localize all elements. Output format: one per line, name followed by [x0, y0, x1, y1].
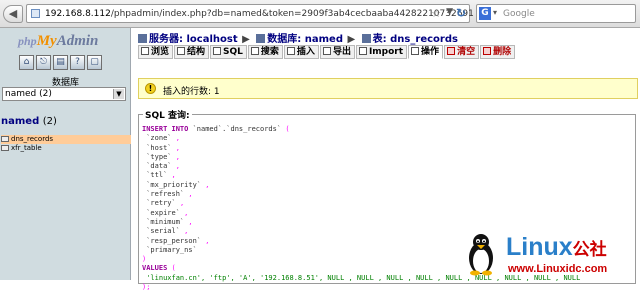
tab-import[interactable]: Import	[355, 45, 408, 59]
history-dropdown-icon[interactable]: ▼	[446, 7, 453, 17]
operations-icon	[411, 47, 420, 55]
tab-insert[interactable]: 插入	[283, 45, 319, 59]
watermark-brand: Linux公社	[506, 233, 607, 261]
database-icon	[256, 34, 266, 43]
breadcrumb-separator: ▶	[347, 34, 356, 45]
search-icon	[250, 47, 259, 55]
notice-text: 插入的行数: 1	[163, 87, 220, 97]
table-item-xfr-table[interactable]: xfr_table	[1, 144, 131, 153]
penguin-icon	[469, 234, 493, 276]
export-icon	[322, 47, 331, 55]
server-icon	[138, 34, 147, 43]
home-icon[interactable]: ⌂	[19, 55, 34, 70]
import-icon	[358, 47, 367, 55]
engine-dropdown-icon[interactable]: ▾	[493, 8, 497, 17]
address-bar[interactable]: 192.168.8.112/phpadmin/index.php?db=name…	[26, 4, 474, 23]
structure-icon	[177, 47, 186, 55]
url-text: 192.168.8.112/phpadmin/index.php?db=name…	[45, 9, 474, 19]
chevron-down-icon[interactable]: ▼	[113, 89, 124, 99]
tab-browse[interactable]: 浏览	[138, 45, 174, 59]
table-list: dns_records xfr_table	[1, 135, 131, 153]
tab-search[interactable]: 搜索	[247, 45, 283, 59]
empty-icon	[447, 47, 456, 55]
tab-empty[interactable]: 清空	[444, 45, 480, 59]
reload-icon[interactable]: ↻	[456, 6, 466, 20]
breadcrumb-database[interactable]: 数据库: named	[267, 34, 343, 45]
current-database[interactable]: named (2)	[1, 116, 57, 127]
insert-icon	[286, 47, 295, 55]
tab-structure[interactable]: 结构	[174, 45, 210, 59]
linux-watermark: Linux公社 www.Linuxidc.com	[458, 228, 640, 280]
breadcrumb: 服务器: localhost ▶ 数据库: named ▶ 表: dns_rec…	[136, 30, 458, 45]
search-placeholder: Google	[503, 9, 535, 19]
watermark-site: www.Linuxidc.com	[508, 263, 608, 275]
table-item-dns-records[interactable]: dns_records	[1, 135, 131, 144]
success-notice: ! 插入的行数: 1	[138, 78, 638, 99]
table-icon[interactable]	[1, 145, 9, 151]
breadcrumb-separator: ▶	[242, 34, 250, 45]
notice-icon: !	[145, 83, 156, 94]
search-box[interactable]: G ▾ Google	[476, 4, 636, 23]
exit-icon[interactable]: ⎋	[36, 55, 51, 70]
breadcrumb-table[interactable]: 表: dns_records	[373, 34, 458, 45]
browse-icon	[141, 47, 149, 55]
drop-icon	[483, 47, 492, 55]
google-icon[interactable]: G	[479, 7, 491, 20]
nav-icon-row: ⌂ ⎋ ▤? ▢	[19, 55, 104, 70]
tab-drop[interactable]: 删除	[480, 45, 516, 59]
tab-sql[interactable]: SQL	[210, 45, 247, 59]
favicon-icon	[31, 9, 40, 18]
sql-icon	[213, 47, 222, 55]
query-window-icon[interactable]: ▢	[87, 55, 102, 70]
back-button[interactable]: ◀	[3, 5, 23, 23]
breadcrumb-server[interactable]: 服务器: localhost	[149, 34, 238, 45]
phpmyadmin-logo[interactable]: phpMyAdmin	[18, 33, 98, 50]
table-icon[interactable]	[1, 136, 9, 142]
tab-export[interactable]: 导出	[319, 45, 355, 59]
tab-bar: 浏览 结构 SQL 搜索 插入 导出 Import 操作 清空 删除	[138, 45, 516, 59]
browser-toolbar: ◀ 192.168.8.112/phpadmin/index.php?db=na…	[0, 0, 640, 28]
sql-icon[interactable]: ▤	[53, 55, 68, 70]
database-select-value: named (2)	[5, 89, 52, 99]
left-navigation: phpMyAdmin ⌂ ⎋ ▤? ▢ 数据库 named (2) ▼ named (…	[0, 28, 131, 280]
table-icon	[361, 34, 371, 43]
bookmark-star-icon[interactable]: ☆	[431, 7, 441, 20]
help-icon[interactable]: ?	[70, 55, 85, 70]
database-select[interactable]: named (2) ▼	[2, 87, 126, 101]
tab-operations[interactable]: 操作	[408, 45, 444, 59]
sql-query-legend: SQL 查询:	[143, 108, 192, 121]
